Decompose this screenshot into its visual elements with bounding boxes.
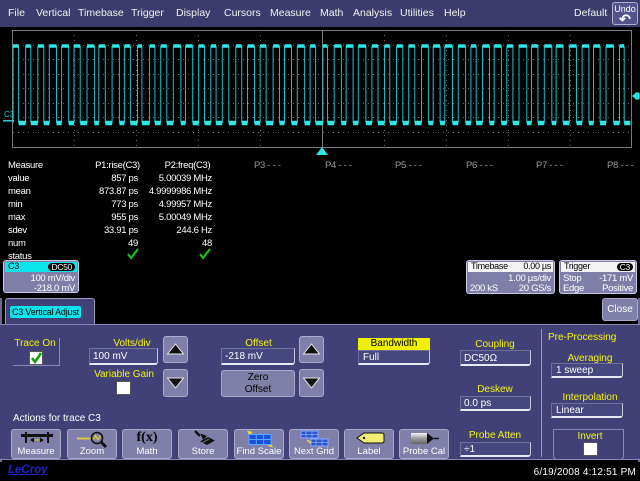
svg-text:C3: C3 [4, 110, 15, 119]
